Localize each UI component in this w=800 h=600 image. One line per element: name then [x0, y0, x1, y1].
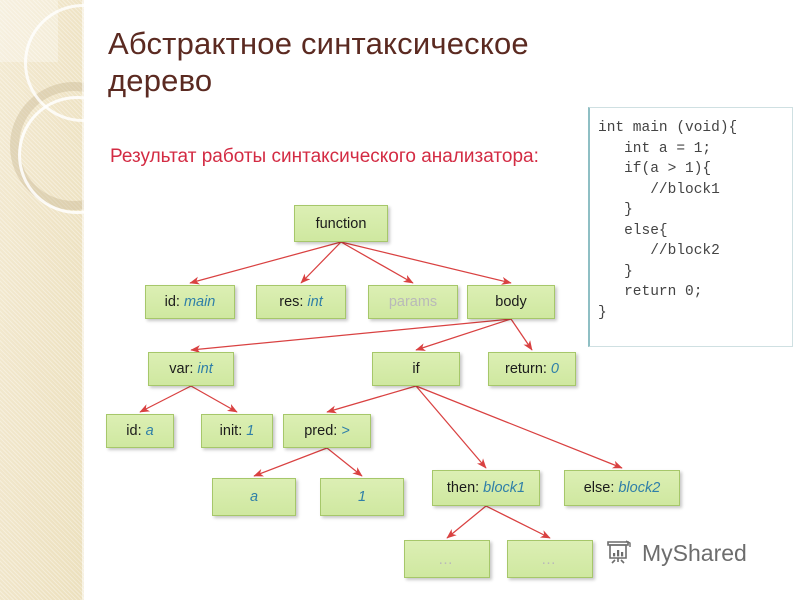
ast-node-label: res: — [279, 294, 304, 310]
ast-node-label: then: — [446, 480, 480, 496]
ast-edge-then-to-dots2 — [485, 505, 551, 539]
ast-node-var-int: var: int — [148, 352, 234, 386]
ast-node-value: 0 — [550, 361, 559, 377]
ast-node-return-0: return: 0 — [488, 352, 576, 386]
ast-node-label: var: — [169, 361, 194, 377]
ast-node-label: body — [495, 294, 527, 310]
ast-node-label: … — [438, 550, 456, 568]
ast-node-label: id: — [126, 423, 142, 439]
ast-edge-pred-gt-to-a — [253, 447, 328, 477]
ast-node-value: main — [183, 294, 216, 310]
ast-node-value: 1 — [357, 489, 367, 505]
ast-edge-if-to-then — [415, 385, 487, 469]
ast-node-dots1: … — [404, 540, 490, 578]
ast-node-label: if — [412, 361, 420, 377]
ast-edge-then-to-dots1 — [446, 505, 487, 539]
ast-node-label: else: — [583, 480, 615, 496]
ast-edge-var-int-to-init-1 — [190, 385, 238, 413]
ast-node-value: > — [341, 423, 350, 439]
ast-node-value: block2 — [618, 480, 661, 496]
ast-node-one: 1 — [320, 478, 404, 516]
ast-node-value: block1 — [483, 480, 526, 496]
ast-node-label: function — [315, 215, 367, 232]
ast-node-id-main: id: main — [145, 285, 235, 319]
ast-edge-function-to-params — [340, 241, 414, 284]
ast-node-pred-gt: pred: > — [283, 414, 371, 448]
ast-node-body: body — [467, 285, 555, 319]
ast-node-label: … — [541, 550, 559, 568]
ast-node-dots2: … — [507, 540, 593, 578]
ast-edge-function-to-id-main — [189, 241, 342, 285]
ast-node-if: if — [372, 352, 460, 386]
ast-edge-body-to-return-0 — [510, 318, 533, 351]
watermark: MyShared — [604, 538, 747, 568]
ast-node-label: init: — [219, 423, 243, 439]
ast-node-value: a — [249, 489, 259, 505]
ast-node-a: a — [212, 478, 296, 516]
ast-node-function: function — [294, 205, 388, 242]
ast-node-else: else: block2 — [564, 470, 680, 506]
watermark-label: MyShared — [642, 539, 747, 566]
ast-edge-if-to-else — [415, 385, 623, 469]
ast-edge-function-to-body — [340, 241, 512, 285]
ast-node-value: a — [145, 423, 154, 439]
ast-node-res-int: res: int — [256, 285, 346, 319]
ast-node-label: pred: — [304, 423, 338, 439]
ast-node-label: return: — [505, 361, 547, 377]
ast-diagram: function id: main res: int params body var: int i… — [0, 0, 800, 600]
ast-node-value: 1 — [246, 423, 255, 439]
ast-node-value: int — [307, 294, 323, 310]
ast-edge-pred-gt-to-one — [326, 447, 363, 477]
ast-node-id-a: id: a — [106, 414, 174, 448]
ast-node-label: params — [388, 294, 438, 310]
ast-edge-var-int-to-id-a — [139, 385, 192, 413]
ast-edge-if-to-pred-gt — [326, 385, 417, 414]
ast-node-value: int — [197, 361, 213, 377]
ast-node-init-1: init: 1 — [201, 414, 273, 448]
ast-node-params: params — [368, 285, 458, 319]
presentation-chart-icon — [604, 538, 634, 568]
ast-edge-function-to-res-int — [300, 241, 342, 284]
ast-node-then: then: block1 — [432, 470, 540, 506]
ast-node-label: id: — [164, 294, 180, 310]
